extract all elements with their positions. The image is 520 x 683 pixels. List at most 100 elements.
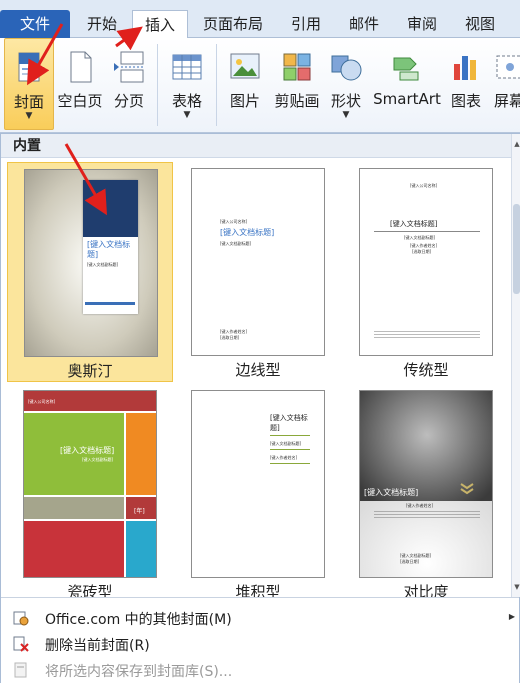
smartart-button[interactable]: SmartArt <box>370 38 444 133</box>
traditional-preview: [键入公司名称] [键入文档标题] [键入文档副标题] [键入作者姓名] [选取… <box>359 168 493 356</box>
tab-home[interactable]: 开始 <box>76 10 128 38</box>
picture-icon <box>230 53 260 79</box>
stacks-rule <box>270 449 310 450</box>
tab-review[interactable]: 审阅 <box>396 10 448 38</box>
cover-page-button[interactable]: 封面 ▼ <box>4 38 54 130</box>
submenu-arrow-icon: ▶ <box>508 612 515 621</box>
contrast-preview: [键入文档标题] [键入作者姓名] [键入文档副标题] [选取日期] <box>359 390 493 578</box>
cover-tile-mosaic[interactable]: [键入公司名称] [键入文档标题] [键入文档副标题] [年] 瓷砖型 <box>7 384 173 604</box>
stacks-author: [键入作者姓名] <box>270 455 298 460</box>
sideline-preview: [键入公司名称] [键入文档标题] [键入文档副标题] [键入作者姓名] [选取… <box>191 168 325 356</box>
ribbon-separator <box>216 44 217 126</box>
tile-label: 边线型 <box>235 361 281 379</box>
austin-band <box>83 180 138 237</box>
ribbon-insert-panel: 封面 ▼ 空白页 分页 表格 ▼ 图片 剪贴画 形状 ▼ SmartArt 图表… <box>0 38 520 133</box>
contrast-title: [键入文档标题] <box>364 488 419 497</box>
stacks-preview: [键入文档标 题] [键入文档副标题] [键入作者姓名] <box>191 390 325 578</box>
clipart-button[interactable]: 剪贴画 <box>270 38 324 133</box>
table-button[interactable]: 表格 ▼ <box>164 38 210 133</box>
scroll-up-icon[interactable]: ▲ <box>512 138 520 150</box>
mosaic-subtitle: [键入文档副标题] <box>82 457 114 462</box>
smartart-label: SmartArt <box>373 90 441 108</box>
smartart-icon <box>393 57 419 81</box>
contrast-date: [选取日期] <box>400 559 420 564</box>
office-online-icon <box>13 611 29 626</box>
tab-mailings[interactable]: 邮件 <box>338 10 390 38</box>
scroll-down-icon[interactable]: ▼ <box>512 581 520 593</box>
mosaic-gray-block <box>24 497 124 519</box>
mosaic-title: [键入文档标题] <box>60 446 115 455</box>
menu-item-remove-cover[interactable]: 删除当前封面(R) <box>1 630 519 658</box>
cover-tile-traditional[interactable]: [键入公司名称] [键入文档标题] [键入文档副标题] [键入作者姓名] [选取… <box>343 162 509 382</box>
traditional-rule <box>374 231 480 232</box>
chart-label: 图表 <box>450 92 481 110</box>
chevron-down-icon: ▼ <box>342 110 350 120</box>
contrast-author: [键入作者姓名] <box>406 503 434 508</box>
cover-tile-contrast[interactable]: [键入文档标题] [键入作者姓名] [键入文档副标题] [选取日期] 对比度 <box>343 384 509 604</box>
stacks-rule <box>270 463 310 464</box>
stacks-subtitle: [键入文档副标题] <box>270 441 302 446</box>
tab-view[interactable]: 视图 <box>454 10 506 38</box>
picture-button[interactable]: 图片 <box>222 38 268 133</box>
tile-label: 传统型 <box>403 361 449 379</box>
shapes-button[interactable]: 形状 ▼ <box>326 38 366 133</box>
chevron-down-icon: ▼ <box>25 111 33 121</box>
stacks-title-2: 题] <box>270 424 280 432</box>
menu-item-save-label: 将所选内容保存到封面库(S)... <box>45 664 233 680</box>
mosaic-orange-block <box>126 413 156 495</box>
sideline-subtitle: [键入文档副标题] <box>220 241 252 246</box>
tab-insert[interactable]: 插入 <box>132 10 188 39</box>
blank-page-label: 空白页 <box>57 92 103 110</box>
sideline-date: [选取日期] <box>220 335 240 340</box>
traditional-subtitle: [键入文档副标题] <box>404 235 436 240</box>
delete-cover-icon <box>13 636 29 652</box>
mosaic-red-block <box>24 521 124 577</box>
menu-item-more-label: Office.com 中的其他封面(M) <box>45 612 232 628</box>
gallery-scrollbar[interactable]: ▲ ▼ <box>511 134 520 597</box>
traditional-date: [选取日期] <box>412 249 432 254</box>
cover-page-label: 封面 <box>13 93 44 111</box>
mosaic-cyan-block <box>126 521 156 577</box>
menu-item-save-to-gallery: 将所选内容保存到封面库(S)... <box>1 656 519 683</box>
sideline-company: [键入公司名称] <box>220 219 248 224</box>
screenshot-label: 屏幕 <box>494 92 520 110</box>
tab-page-layout[interactable]: 页面布局 <box>192 10 274 38</box>
traditional-abstract <box>374 331 480 339</box>
menu-item-remove-label: 删除当前封面(R) <box>45 638 150 654</box>
mosaic-year: [年] <box>134 508 145 515</box>
traditional-company: [键入公司名称] <box>410 183 438 188</box>
screenshot-button[interactable]: 屏幕 <box>490 38 520 133</box>
clipart-icon <box>283 53 311 81</box>
chevron-down-icon: ▼ <box>183 110 191 120</box>
austin-title: [键入文档标 题] <box>87 240 131 259</box>
picture-label: 图片 <box>229 92 260 110</box>
blank-page-icon <box>70 51 92 83</box>
austin-subtitle: [键入文档副标题] <box>87 262 119 267</box>
stacks-title-1: [键入文档标 <box>270 414 308 422</box>
cover-tile-stacks[interactable]: [键入文档标 题] [键入文档副标题] [键入作者姓名] 堆积型 <box>175 384 341 604</box>
shapes-label: 形状 <box>330 92 361 110</box>
scrollbar-thumb[interactable] <box>513 204 520 294</box>
blank-page-button[interactable]: 空白页 <box>56 38 104 133</box>
tab-file[interactable]: 文件 <box>0 10 70 38</box>
mosaic-preview: [键入公司名称] [键入文档标题] [键入文档副标题] [年] <box>23 390 157 578</box>
cover-page-gallery: 内置 ▲ ▼ [键入文档标 题] [键入文档副标题] 奥斯汀 [键入公司名称] [… <box>0 133 520 683</box>
sideline-title: [键入文档标题] <box>220 228 275 237</box>
chevron-icon <box>460 483 474 495</box>
cover-page-menu: Office.com 中的其他封面(M) ▶ 删除当前封面(R) 将所选内容保存… <box>1 597 519 683</box>
chart-button[interactable]: 图表 <box>446 38 486 133</box>
mosaic-company: [键入公司名称] <box>28 399 56 404</box>
cover-tile-austin[interactable]: [键入文档标 题] [键入文档副标题] 奥斯汀 <box>7 162 173 382</box>
austin-bar <box>85 302 135 305</box>
stacks-rule <box>270 435 310 436</box>
menu-item-more-covers[interactable]: Office.com 中的其他封面(M) ▶ <box>1 604 519 632</box>
page-break-button[interactable]: 分页 <box>106 38 152 133</box>
cover-tile-sideline[interactable]: [键入公司名称] [键入文档标题] [键入文档副标题] [键入作者姓名] [选取… <box>175 162 341 382</box>
tab-references[interactable]: 引用 <box>280 10 332 38</box>
table-icon <box>172 54 202 80</box>
contrast-abstract <box>374 511 480 519</box>
gallery-section-header: 内置 <box>1 134 511 158</box>
chart-icon <box>454 56 476 80</box>
ribbon-tab-bar: 文件 开始 插入 页面布局 引用 邮件 审阅 视图 <box>0 0 520 39</box>
screenshot-icon <box>496 55 520 79</box>
